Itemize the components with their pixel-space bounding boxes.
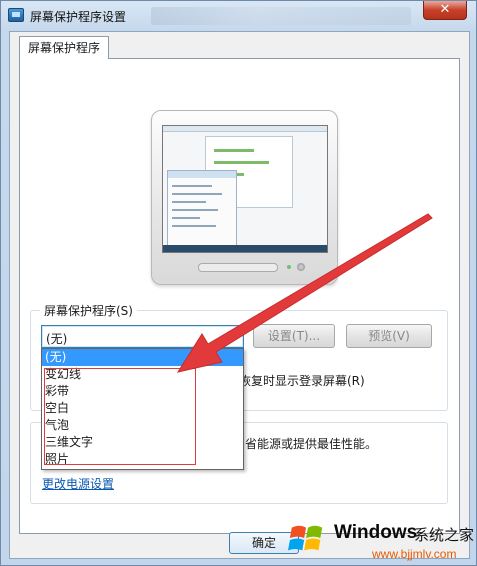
settings-button[interactable]: 设置(T)... (253, 324, 335, 348)
window-title: 屏幕保护程序设置 (30, 10, 127, 24)
screensaver-selected-value: (无) (46, 332, 68, 346)
close-button[interactable]: ✕ (423, 1, 467, 20)
dropdown-option[interactable]: (无) (42, 349, 243, 366)
windows-logo-icon (288, 525, 323, 551)
watermark: Windows 系统之家 www.bjjmlv.com (282, 514, 477, 566)
power-led-icon (287, 265, 291, 269)
dialog-client-area: 屏幕保护程序 屏幕保护程序(S) (无) ▼ 设置(T)... 预览(V) 恢复… (9, 31, 470, 559)
screensaver-group-label: 屏幕保护程序(S) (40, 302, 137, 319)
power-button-icon (297, 263, 305, 271)
screensaver-select[interactable]: (无) ▼ (41, 325, 244, 348)
dialog-window: 屏幕保护程序设置 ✕ 屏幕保护程序 屏幕保护程序(S) (无) ▼ 设置(T).… (0, 0, 477, 566)
change-power-settings-link[interactable]: 更改电源设置 (42, 475, 114, 492)
tab-screensaver[interactable]: 屏幕保护程序 (19, 36, 110, 59)
watermark-url: www.bjjmlv.com (372, 547, 457, 561)
annotation-highlight-box (44, 368, 196, 465)
watermark-brand: Windows (334, 522, 418, 543)
power-description: 省能源或提供最佳性能。 (245, 437, 378, 451)
chevron-down-icon[interactable]: ▼ (231, 330, 238, 340)
monitor-slot (198, 263, 278, 272)
title-bar[interactable]: 屏幕保护程序设置 ✕ (1, 1, 476, 31)
monitor-preview (151, 110, 338, 285)
preview-screen (162, 125, 328, 253)
blurred-background (151, 7, 411, 25)
preview-button[interactable]: 预览(V) (346, 324, 432, 348)
resume-login-label[interactable]: 恢复时显示登录屏幕(R) (239, 372, 365, 389)
screensaver-app-icon (8, 8, 24, 22)
watermark-subtitle: 系统之家 (414, 526, 475, 544)
